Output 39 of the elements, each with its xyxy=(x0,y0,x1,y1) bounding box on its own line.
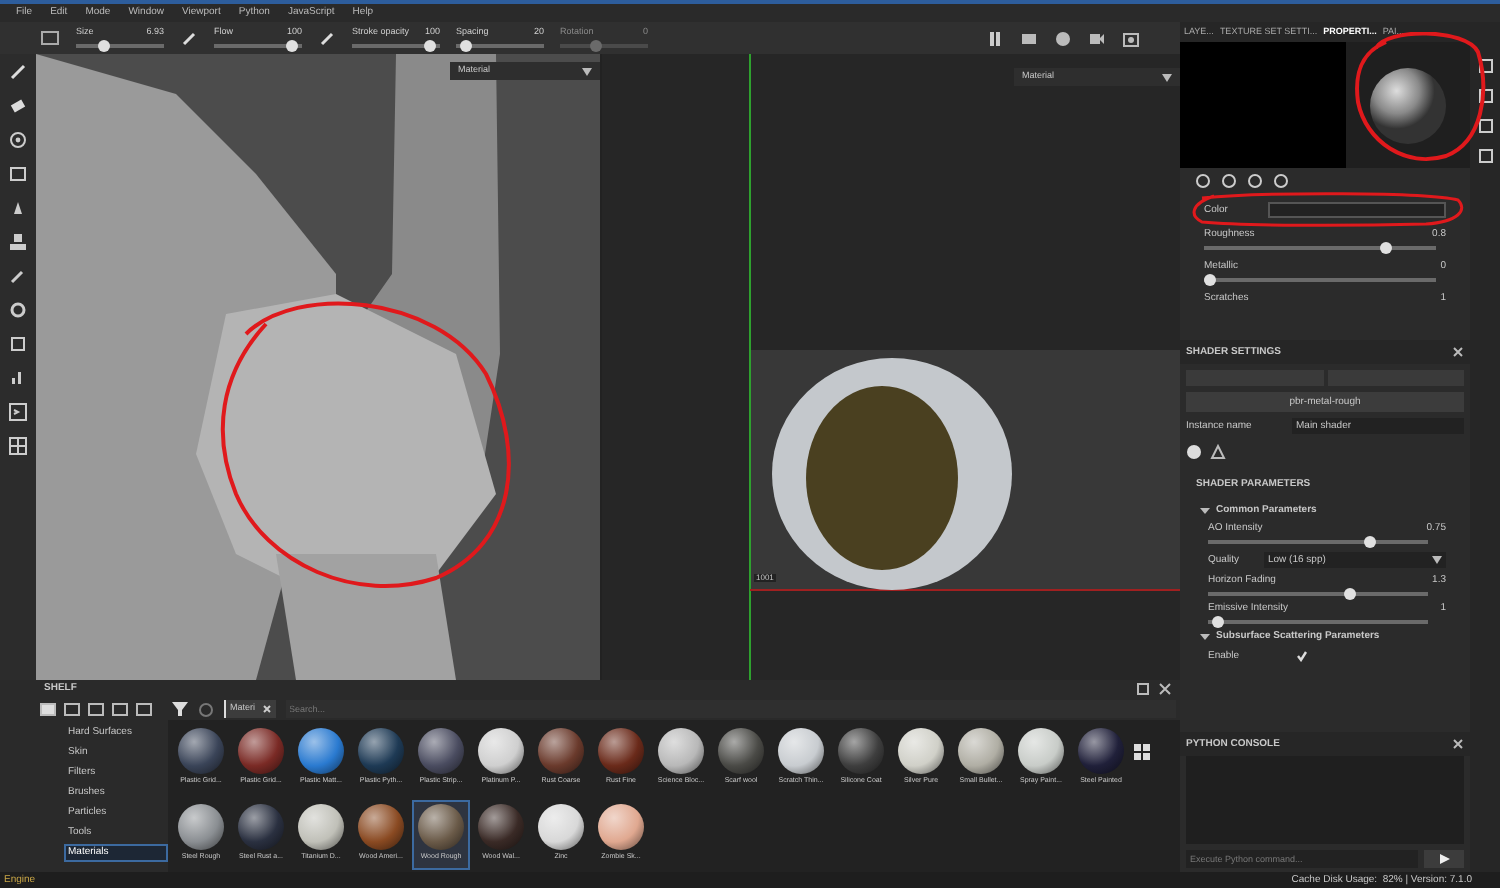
sphere-preview-drawing xyxy=(1368,65,1448,145)
paint-brush-icon[interactable] xyxy=(8,62,28,82)
slider-thumb[interactable] xyxy=(1343,588,1356,600)
close-icon[interactable] xyxy=(1158,682,1172,696)
slider-thumb[interactable] xyxy=(98,39,111,52)
pen-pressure-icon[interactable] xyxy=(180,29,198,47)
projection-icon[interactable] xyxy=(8,130,28,150)
caret-icon xyxy=(1162,73,1172,81)
color-swatch[interactable] xyxy=(1268,202,1446,218)
slider-thumb[interactable] xyxy=(424,39,437,52)
slider-thumb[interactable] xyxy=(1212,616,1225,628)
filter-icon[interactable] xyxy=(172,702,188,716)
close-icon[interactable] xyxy=(1452,738,1464,750)
maximize-icon[interactable] xyxy=(1136,682,1150,696)
caret-icon xyxy=(582,67,592,75)
grid-view-icon[interactable] xyxy=(1134,744,1150,760)
slider-thumb[interactable] xyxy=(459,39,472,52)
caret-icon[interactable] xyxy=(1200,632,1210,642)
sphere-icon[interactable] xyxy=(1054,29,1072,47)
pen-pressure-icon[interactable] xyxy=(318,29,336,47)
run-button[interactable] xyxy=(1424,849,1464,867)
slider-thumb[interactable] xyxy=(1380,242,1392,254)
clone-stamp-icon[interactable] xyxy=(8,232,28,252)
play-icon xyxy=(1439,853,1449,863)
video-camera-icon[interactable] xyxy=(1088,29,1106,47)
close-icon[interactable] xyxy=(1452,346,1464,358)
folder-icon[interactable] xyxy=(40,702,56,716)
caret-icon xyxy=(1432,556,1442,564)
triangle-icon[interactable] xyxy=(1210,444,1226,460)
circle-icon[interactable] xyxy=(198,701,214,717)
terminal-icon[interactable] xyxy=(8,402,28,422)
grid-icon[interactable] xyxy=(8,436,28,456)
screenshot-icon[interactable] xyxy=(1122,29,1140,47)
close-icon[interactable] xyxy=(261,704,272,714)
slider-thumb[interactable] xyxy=(286,39,299,52)
pause-icon[interactable] xyxy=(986,29,1004,47)
caret-icon[interactable] xyxy=(1200,506,1210,516)
slider-thumb[interactable] xyxy=(1204,274,1216,286)
slider-thumb[interactable] xyxy=(1364,536,1376,548)
